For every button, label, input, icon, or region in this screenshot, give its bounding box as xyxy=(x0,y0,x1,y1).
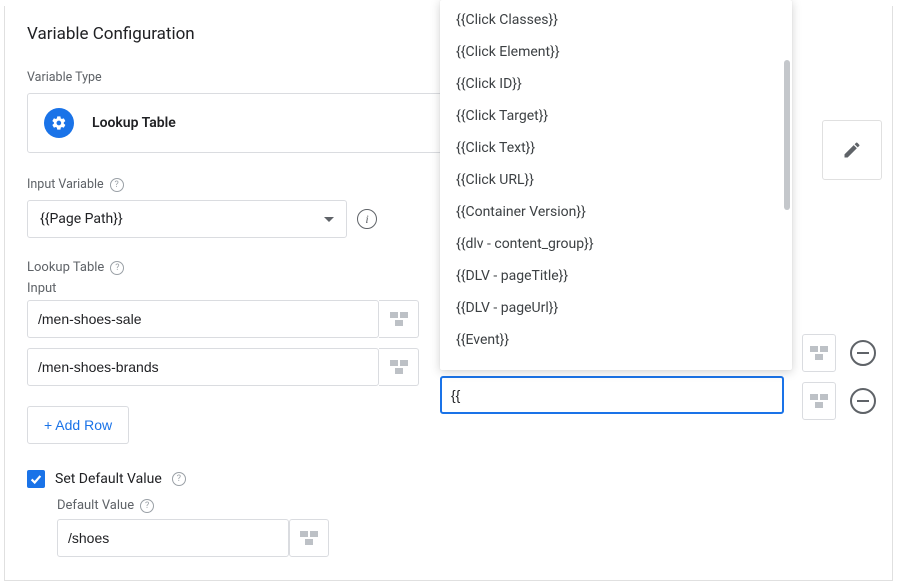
chevron-down-icon xyxy=(324,217,334,222)
lookup-input-field[interactable] xyxy=(27,300,379,338)
dropdown-item[interactable]: {{Click ID}} xyxy=(440,68,784,100)
variable-autocomplete-dropdown: {{Click Classes}} {{Click Element}} {{Cl… xyxy=(440,0,792,370)
scrollbar-thumb[interactable] xyxy=(784,60,790,210)
set-default-checkbox[interactable] xyxy=(27,470,45,488)
output-active-row xyxy=(440,376,784,414)
variable-picker-button[interactable] xyxy=(379,348,419,386)
default-value-field[interactable] xyxy=(57,519,289,557)
lookup-output-field[interactable] xyxy=(440,376,784,414)
variable-picker-button[interactable] xyxy=(379,300,419,338)
remove-row-button[interactable] xyxy=(850,388,876,414)
set-default-label: Set Default Value xyxy=(55,471,162,487)
input-variable-value: {{Page Path}} xyxy=(40,211,123,227)
lookup-input-field[interactable] xyxy=(27,348,379,386)
gear-icon xyxy=(44,108,74,138)
add-row-button[interactable]: + Add Row xyxy=(27,406,129,444)
dropdown-list[interactable]: {{Click Classes}} {{Click Element}} {{Cl… xyxy=(440,0,784,370)
set-default-row: Set Default Value ? xyxy=(27,470,870,488)
help-icon[interactable]: ? xyxy=(172,472,186,486)
dropdown-item[interactable]: {{Click Classes}} xyxy=(440,4,784,36)
default-value-label: Default Value ? xyxy=(57,498,870,513)
dropdown-item[interactable]: {{Click URL}} xyxy=(440,164,784,196)
dropdown-item[interactable]: {{dlv - content_group}} xyxy=(440,228,784,260)
help-icon[interactable]: ? xyxy=(110,261,124,275)
help-icon[interactable]: ? xyxy=(110,178,124,192)
row-actions xyxy=(802,334,876,372)
dropdown-item[interactable]: {{Container Version}} xyxy=(440,196,784,228)
dropdown-item[interactable]: {{DLV - pageTitle}} xyxy=(440,260,784,292)
input-variable-select[interactable]: {{Page Path}} xyxy=(27,200,347,238)
dropdown-item[interactable]: {{Click Target}} xyxy=(440,100,784,132)
help-icon[interactable]: ? xyxy=(140,499,154,513)
row-actions xyxy=(802,382,876,420)
dropdown-item[interactable]: {{Click Text}} xyxy=(440,132,784,164)
default-value-section: Default Value ? xyxy=(57,498,870,557)
dropdown-item[interactable]: {{Event}} xyxy=(440,324,784,356)
dropdown-item[interactable]: {{Click Element}} xyxy=(440,36,784,68)
variable-picker-button[interactable] xyxy=(289,519,329,557)
edit-variable-type-button[interactable] xyxy=(822,120,882,180)
variable-picker-button[interactable] xyxy=(802,334,836,372)
variable-picker-button[interactable] xyxy=(802,382,836,420)
variable-type-name: Lookup Table xyxy=(92,115,176,131)
info-icon[interactable]: i xyxy=(357,209,377,229)
dropdown-item[interactable]: {{DLV - pageUrl}} xyxy=(440,292,784,324)
remove-row-button[interactable] xyxy=(850,340,876,366)
